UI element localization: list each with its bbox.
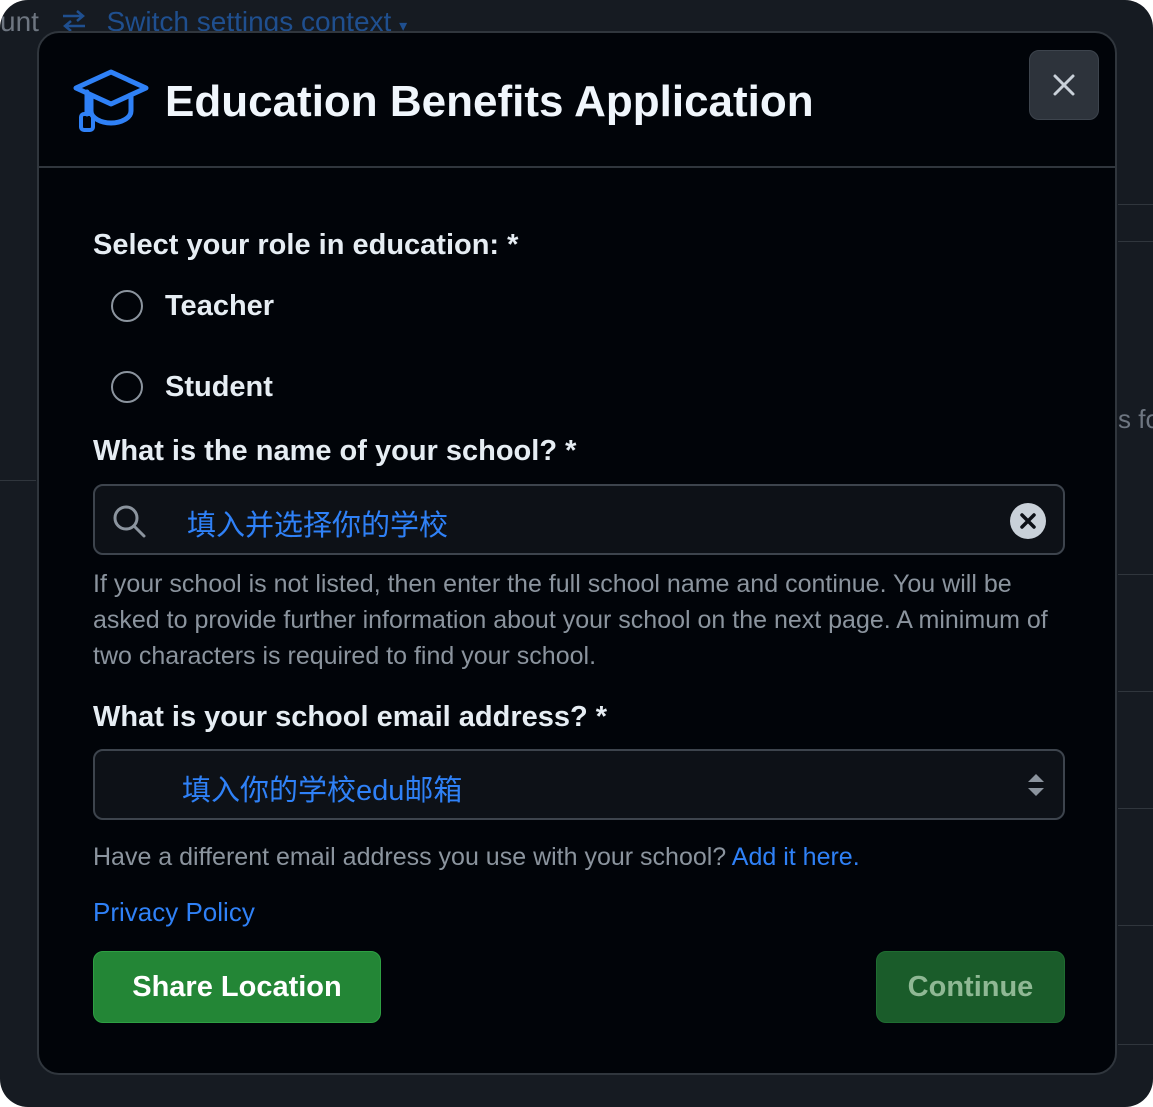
screen: unt Switch settings context ▾ s fo Educa… — [0, 0, 1153, 1107]
background-fragment: s fo — [1118, 404, 1153, 434]
email-help-prefix: Have a different email address you use w… — [93, 843, 727, 871]
background-divider — [0, 480, 36, 481]
radio-label-teacher: Teacher — [165, 289, 275, 322]
background-divider — [1118, 808, 1153, 809]
school-help-text: If your school is not listed, then enter… — [93, 570, 1048, 670]
background-divider — [1118, 691, 1153, 692]
close-icon — [1053, 74, 1075, 96]
radio-teacher[interactable]: Teacher — [111, 286, 274, 326]
role-label: Select your role in education: * — [93, 229, 519, 261]
switch-arrows-icon — [62, 10, 85, 32]
radio-label-student: Student — [165, 370, 273, 403]
graduation-cap-icon — [73, 69, 149, 132]
education-benefits-dialog: Education Benefits Application Select yo… — [37, 31, 1117, 1075]
close-button[interactable] — [1029, 50, 1099, 120]
background-text: unt — [0, 6, 39, 37]
background-divider — [1118, 574, 1153, 575]
email-help-text: Have a different email address you use w… — [93, 839, 1063, 875]
radio-button-teacher[interactable] — [111, 290, 143, 322]
privacy-policy-link[interactable]: Privacy Policy — [93, 897, 255, 928]
school-label: What is the name of your school? * — [93, 435, 577, 467]
email-label: What is your school email address? * — [93, 701, 608, 733]
background-divider — [1118, 925, 1153, 926]
continue-button[interactable]: Continue — [876, 951, 1065, 1023]
background-divider — [1118, 204, 1153, 205]
search-icon — [113, 505, 146, 538]
add-email-link[interactable]: Add it here. — [732, 843, 860, 871]
background-divider — [1118, 241, 1153, 242]
radio-button-student[interactable] — [111, 371, 143, 403]
select-arrows-icon — [1028, 774, 1044, 796]
share-location-button[interactable]: Share Location — [93, 951, 381, 1023]
school-input-value[interactable]: 填入并选择你的学校 — [187, 502, 448, 544]
email-select[interactable]: 填入你的学校edu邮箱 — [93, 749, 1065, 820]
dialog-title: Education Benefits Application — [165, 77, 814, 126]
dialog-header: Education Benefits Application — [39, 33, 1115, 168]
email-select-value[interactable]: 填入你的学校edu邮箱 — [182, 767, 462, 809]
school-search-input[interactable]: 填入并选择你的学校 — [93, 484, 1065, 555]
radio-student[interactable]: Student — [111, 367, 273, 407]
background-divider — [1118, 1044, 1153, 1045]
clear-input-icon[interactable] — [1009, 502, 1047, 540]
